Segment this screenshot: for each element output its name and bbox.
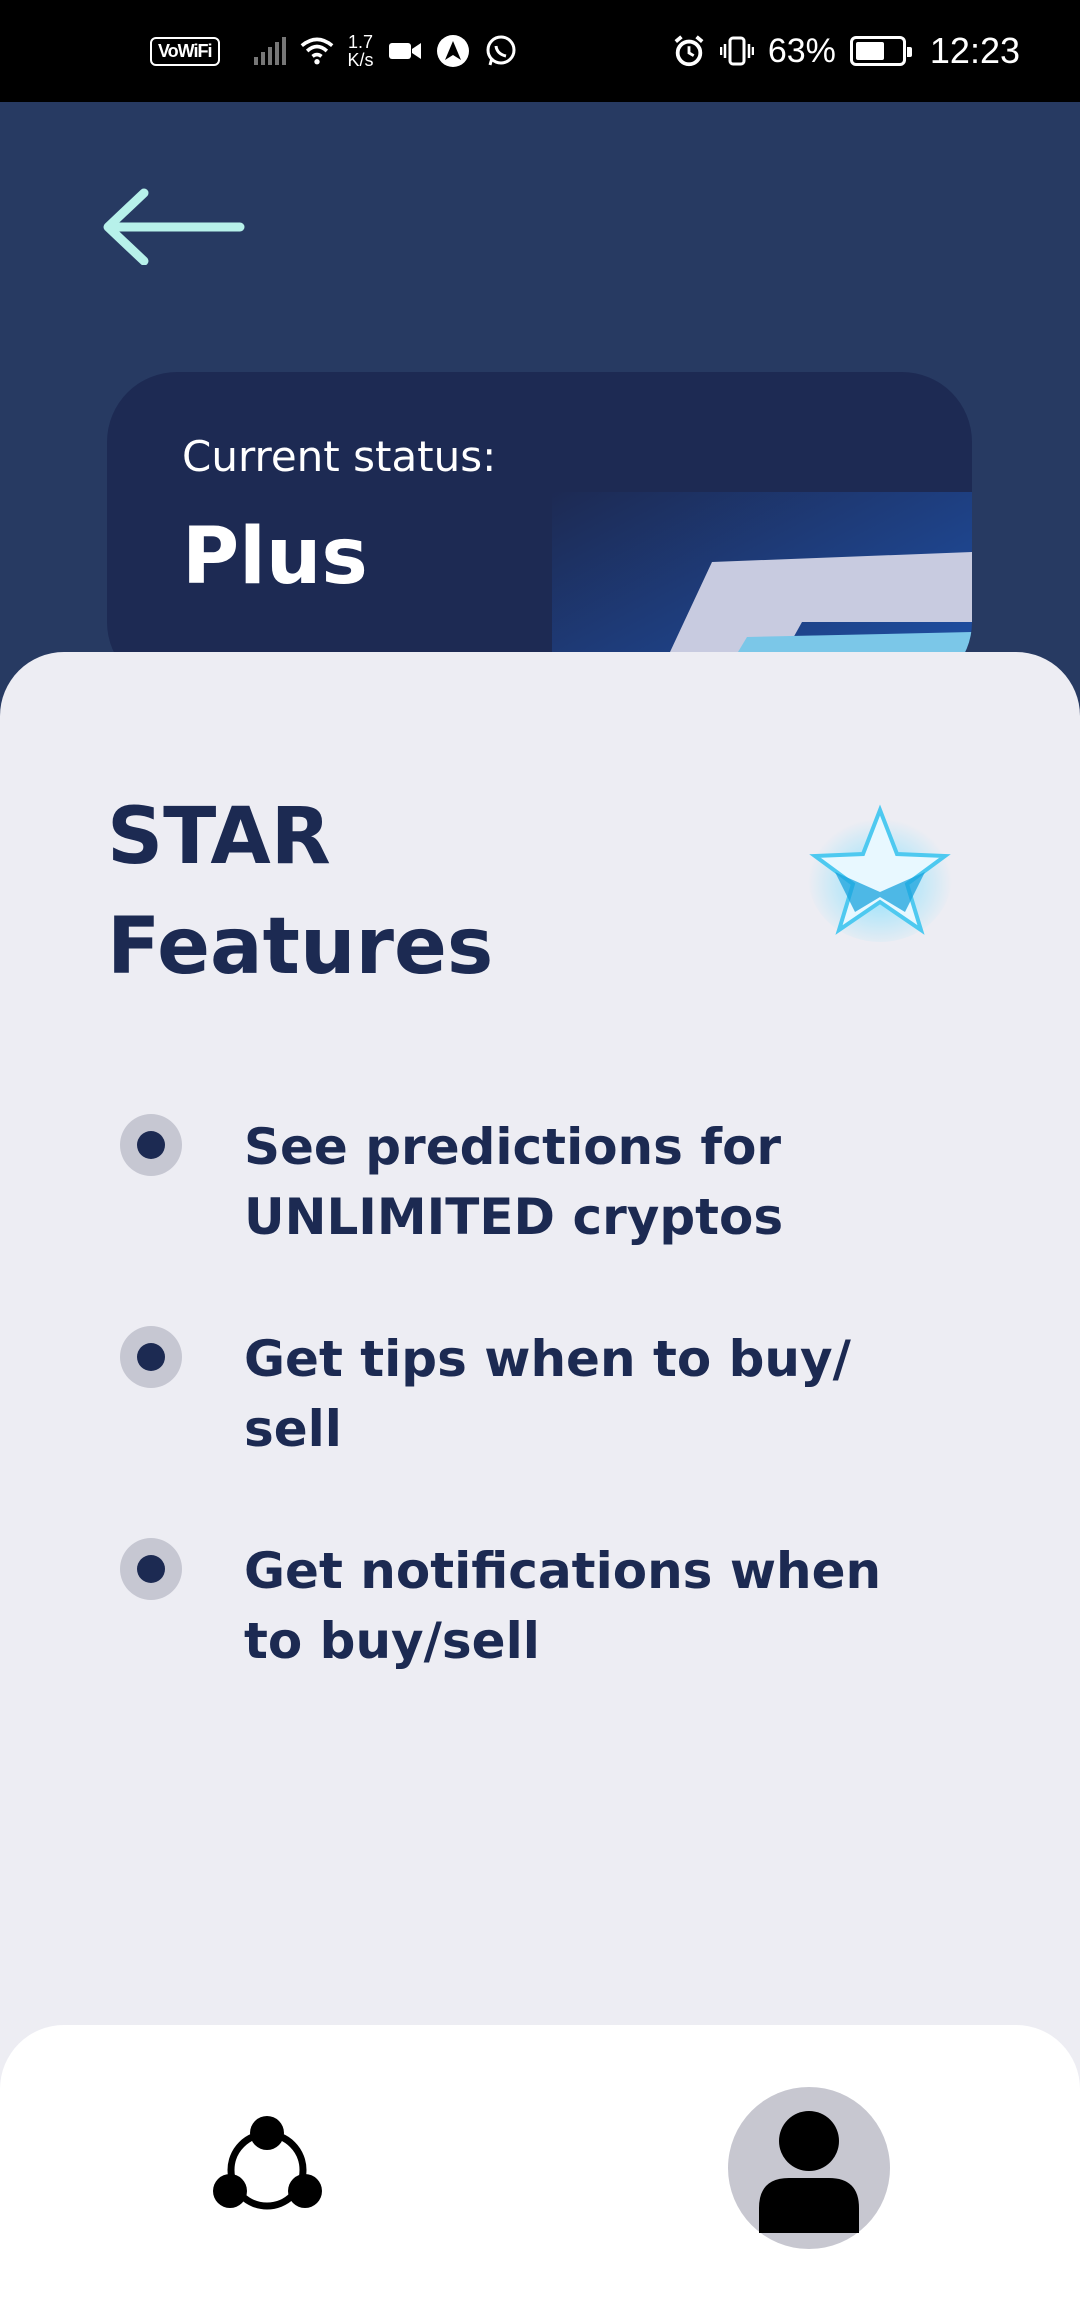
network-speed-value: 1.7 — [347, 32, 374, 52]
feature-text: Get notifications when to buy/sell — [244, 1542, 882, 1670]
status-bar: VoWiFi 1.7 K/s 63% 12:23 — [0, 0, 1080, 102]
features-title-line2: Features — [107, 902, 494, 992]
alarm-icon — [672, 34, 706, 68]
status-bar-right: 63% 12:23 — [672, 30, 1020, 72]
feature-item: Get notifications when to buy/sell — [120, 1536, 980, 1676]
clock: 12:23 — [929, 30, 1020, 71]
status-bar-left: VoWiFi 1.7 K/s — [150, 33, 518, 69]
bullet-icon — [120, 1538, 182, 1600]
status-label: Current status: — [182, 432, 497, 481]
features-list: See predictions for UNLIMITED cryptos Ge… — [120, 1112, 980, 1748]
status-value: Plus — [182, 512, 368, 602]
feature-text: Get tips when to buy/ sell — [244, 1330, 851, 1458]
wifi-icon — [300, 34, 334, 68]
vowifi-icon: VoWiFi — [150, 36, 220, 66]
nav-network-button[interactable] — [210, 2113, 325, 2223]
whatsapp-icon — [484, 34, 518, 68]
nav-profile-button[interactable] — [728, 2087, 890, 2249]
network-icon — [213, 2116, 322, 2210]
network-speed: 1.7 K/s — [348, 33, 374, 69]
battery-icon — [849, 36, 912, 66]
bullet-icon — [120, 1326, 182, 1388]
network-speed-unit: K/s — [347, 50, 374, 70]
video-camera-icon — [388, 34, 422, 68]
user-icon — [759, 2111, 859, 2233]
vibrate-icon — [719, 34, 754, 68]
bottom-navigation — [0, 2025, 1080, 2310]
feature-item: Get tips when to buy/ sell — [120, 1324, 980, 1464]
bullet-icon — [120, 1114, 182, 1176]
signal-icon — [253, 37, 286, 65]
features-title: STAR Features — [107, 782, 707, 1002]
feature-text: See predictions for UNLIMITED cryptos — [244, 1118, 784, 1246]
features-title-line1: STAR — [107, 792, 331, 882]
star-icon — [808, 804, 952, 942]
back-button[interactable] — [100, 185, 245, 265]
battery-percent: 63% — [767, 31, 836, 70]
current-status-card: Current status: Plus — [107, 372, 972, 692]
feature-item: See predictions for UNLIMITED cryptos — [120, 1112, 980, 1252]
arrow-left-icon — [103, 188, 245, 265]
navigation-app-icon — [436, 34, 470, 68]
